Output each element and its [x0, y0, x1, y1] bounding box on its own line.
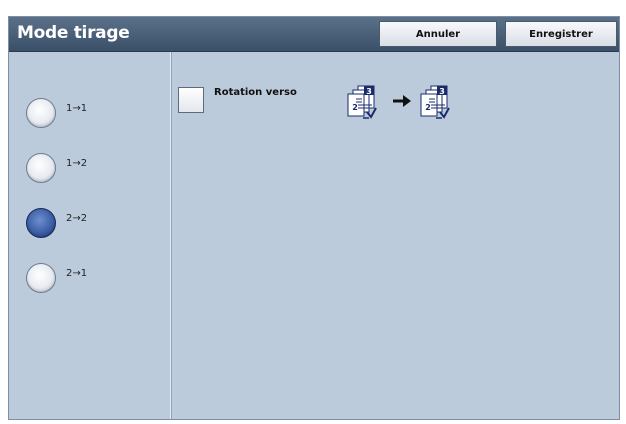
page-number-text: 3: [439, 87, 445, 96]
duplex-diagram: 3 2 3 2: [347, 85, 450, 119]
save-button[interactable]: Enregistrer: [505, 21, 617, 47]
radio-button[interactable]: [26, 153, 56, 183]
rotation-verso-label: Rotation verso: [214, 87, 297, 98]
option-label: 2→2: [66, 213, 88, 224]
option-label: 1→2: [66, 158, 88, 169]
option-1-to-2[interactable]: 1→2: [26, 153, 156, 189]
radio-button[interactable]: [26, 98, 56, 128]
page-number-text: 3: [366, 87, 372, 96]
rotation-verso-checkbox[interactable]: [178, 87, 204, 113]
radio-button[interactable]: [26, 263, 56, 293]
radio-button-selected[interactable]: [26, 208, 56, 238]
copy-mode-options-panel: 1→1 1→2 2→2 2→1: [9, 52, 171, 419]
cancel-button[interactable]: Annuler: [379, 21, 497, 47]
option-2-to-2[interactable]: 2→2: [26, 208, 156, 244]
screen: Mode tirage Annuler Enregistrer 1→1 1→2 …: [8, 16, 620, 420]
page-title: Mode tirage: [17, 23, 130, 43]
option-1-to-1[interactable]: 1→1: [26, 98, 156, 134]
option-label: 1→1: [66, 103, 88, 114]
document-stack-icon: 3 2: [420, 85, 450, 119]
document-stack-icon: 3 2: [347, 85, 377, 119]
svg-text:2: 2: [425, 103, 431, 112]
svg-text:2: 2: [352, 103, 358, 112]
option-2-to-1[interactable]: 2→1: [26, 263, 156, 299]
title-bar: Mode tirage Annuler Enregistrer: [9, 17, 619, 52]
option-label: 2→1: [66, 268, 88, 279]
arrow-right-icon: [393, 95, 411, 107]
